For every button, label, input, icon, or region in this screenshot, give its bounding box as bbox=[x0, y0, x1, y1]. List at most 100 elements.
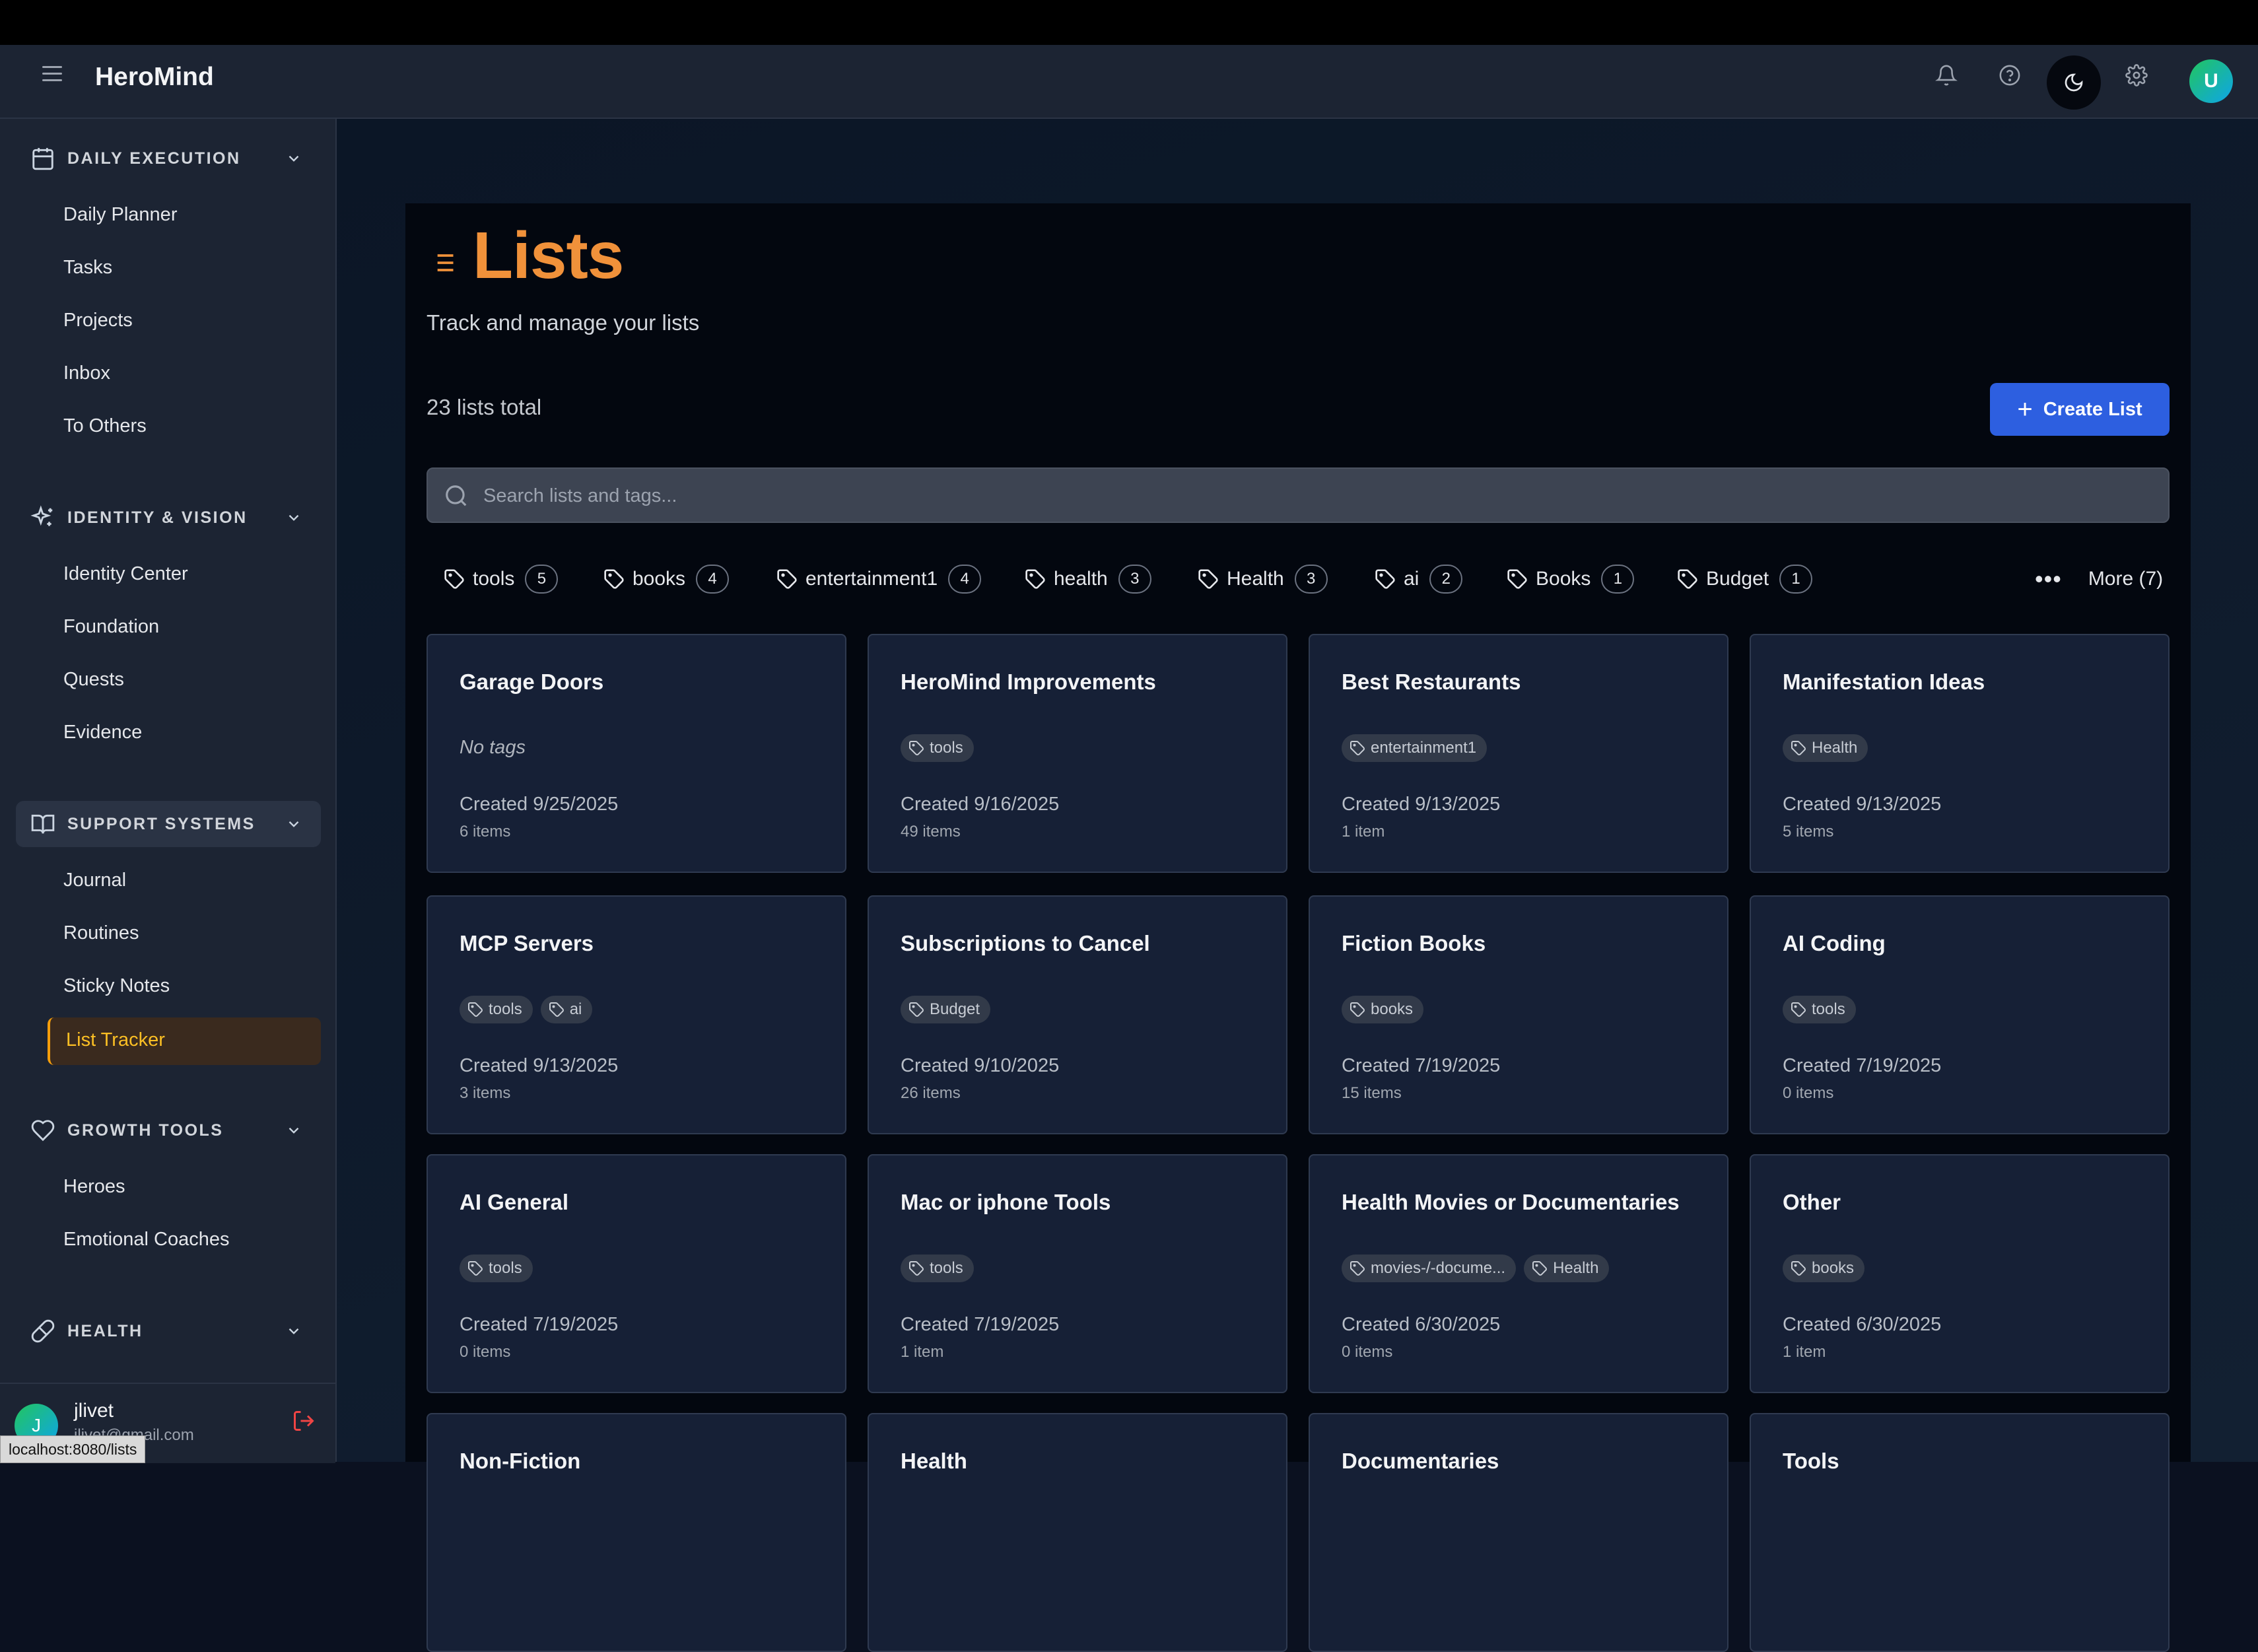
list-card-title: AI Coding bbox=[1783, 931, 1886, 955]
list-card-title: Tools bbox=[1783, 1449, 1839, 1473]
list-card-item-count: 1 item bbox=[1342, 823, 1385, 841]
section-support-systems[interactable]: SUPPORT SYSTEMS bbox=[16, 801, 321, 847]
list-card-created: Created 7/19/2025 bbox=[460, 1314, 619, 1335]
book-open-icon bbox=[30, 811, 57, 837]
sidebar-item-heroes[interactable]: Heroes bbox=[63, 1176, 125, 1198]
list-card[interactable]: AI Coding tools Created 7/19/2025 0 items bbox=[1750, 895, 2170, 1134]
menu-icon[interactable] bbox=[42, 66, 62, 82]
list-card[interactable]: Tools bbox=[1750, 1413, 2170, 1652]
list-card[interactable]: Documentaries bbox=[1309, 1413, 1728, 1652]
section-title: SUPPORT SYSTEMS bbox=[67, 814, 256, 833]
tag-chip[interactable]: tools bbox=[901, 734, 974, 762]
tag-icon bbox=[467, 1260, 489, 1276]
list-card-created: Created 9/10/2025 bbox=[901, 1055, 1060, 1076]
create-list-label: Create List bbox=[2043, 398, 2142, 420]
tag-filter-count: 2 bbox=[1429, 565, 1463, 594]
chevron-down-icon bbox=[289, 1127, 299, 1134]
list-card[interactable]: Subscriptions to Cancel Budget Created 9/1… bbox=[868, 895, 1287, 1134]
section-health[interactable]: HEALTH bbox=[16, 1308, 321, 1354]
sidebar-item-emotional-coaches[interactable]: Emotional Coaches bbox=[63, 1229, 229, 1251]
list-card-tags: Budget bbox=[901, 996, 991, 1023]
tag-filter-chip[interactable]: Books 1 bbox=[1507, 563, 1635, 596]
theme-toggle-button[interactable] bbox=[2047, 55, 2101, 110]
sidebar-item-identity-center[interactable]: Identity Center bbox=[63, 563, 188, 585]
tag-chip[interactable]: ai bbox=[540, 996, 593, 1023]
list-card-title: Manifestation Ideas bbox=[1783, 670, 1985, 694]
tag-chip[interactable]: Budget bbox=[901, 996, 991, 1023]
sidebar-item-foundation[interactable]: Foundation bbox=[63, 616, 159, 638]
list-card[interactable]: Fiction Books books Created 7/19/2025 15 it… bbox=[1309, 895, 1728, 1134]
tag-filter-count: 3 bbox=[1118, 565, 1151, 594]
tag-chip[interactable]: tools bbox=[1783, 996, 1856, 1023]
sidebar-item-evidence[interactable]: Evidence bbox=[63, 722, 142, 743]
help-circle-icon[interactable] bbox=[1995, 61, 2024, 90]
list-card-tags: tools bbox=[901, 1255, 974, 1282]
sidebar-item-sticky-notes[interactable]: Sticky Notes bbox=[63, 975, 170, 997]
tag-icon bbox=[908, 1002, 930, 1017]
tag-chip[interactable]: tools bbox=[460, 996, 533, 1023]
tag-chip[interactable]: tools bbox=[460, 1255, 533, 1282]
tag-chip[interactable]: movies-/-docume... bbox=[1342, 1255, 1517, 1282]
list-card-created: Created 9/25/2025 bbox=[460, 794, 619, 815]
tag-filter-chip[interactable]: ai 2 bbox=[1375, 563, 1463, 596]
list-card[interactable]: Other books Created 6/30/2025 1 item bbox=[1750, 1154, 2170, 1393]
sidebar-item-journal[interactable]: Journal bbox=[63, 870, 126, 891]
tag-filter-chip[interactable]: tools 5 bbox=[444, 563, 559, 596]
sidebar-item-list-tracker[interactable]: List Tracker bbox=[48, 1017, 321, 1065]
sidebar-item-projects[interactable]: Projects bbox=[63, 310, 133, 331]
list-card[interactable]: MCP Servers tools ai Created 9/13/2025 3 ite… bbox=[427, 895, 846, 1134]
tag-filter-count: 1 bbox=[1601, 565, 1635, 594]
tag-filter-chip[interactable]: Budget 1 bbox=[1677, 563, 1813, 596]
tag-filter-chip[interactable]: health 3 bbox=[1025, 563, 1151, 596]
section-daily-execution[interactable]: DAILY EXECUTION bbox=[16, 135, 321, 182]
logout-icon[interactable] bbox=[292, 1409, 316, 1433]
bell-icon[interactable] bbox=[1932, 61, 1961, 90]
tag-chip[interactable]: books bbox=[1783, 1255, 1865, 1282]
list-card[interactable]: Garage Doors No tags Created 9/25/2025 6 it… bbox=[427, 634, 846, 873]
list-card-item-count: 1 item bbox=[901, 1343, 944, 1361]
tag-chip[interactable]: tools bbox=[901, 1255, 974, 1282]
list-card[interactable]: Manifestation Ideas Health Created 9/13/20… bbox=[1750, 634, 2170, 873]
list-card-tags: entertainment1 bbox=[1342, 734, 1488, 762]
tag-filter-count: 4 bbox=[948, 565, 982, 594]
sidebar-item-tasks[interactable]: Tasks bbox=[63, 257, 112, 279]
list-card[interactable]: HeroMind Improvements tools Created 9/16/2… bbox=[868, 634, 1287, 873]
search-input[interactable] bbox=[482, 469, 2135, 523]
list-card-title: Health Movies or Documentaries bbox=[1342, 1190, 1680, 1214]
sidebar-item-inbox[interactable]: Inbox bbox=[63, 362, 110, 384]
sidebar-item-to-others[interactable]: To Others bbox=[63, 415, 147, 437]
list-card[interactable]: Best Restaurants entertainment1 Created 9/… bbox=[1309, 634, 1728, 873]
tag-filter-chip[interactable]: books 4 bbox=[603, 563, 730, 596]
tag-chip-label: Budget bbox=[930, 1000, 980, 1018]
tag-icon bbox=[467, 1002, 489, 1017]
create-list-button[interactable]: + Create List bbox=[1990, 383, 2170, 436]
section-title: IDENTITY & VISION bbox=[67, 508, 248, 527]
sidebar-item-routines[interactable]: Routines bbox=[63, 922, 139, 944]
list-card[interactable]: Health Movies or Documentaries movies-/-d… bbox=[1309, 1154, 1728, 1393]
list-card-item-count: 6 items bbox=[460, 823, 511, 841]
list-card-created: Created 9/13/2025 bbox=[460, 1055, 619, 1076]
tag-chip[interactable]: Health bbox=[1783, 734, 1868, 762]
list-card[interactable]: Mac or iphone Tools tools Created 7/19/202… bbox=[868, 1154, 1287, 1393]
app-name[interactable]: HeroMind bbox=[95, 63, 214, 92]
tag-chip[interactable]: Health bbox=[1524, 1255, 1610, 1282]
list-card-created: Created 9/13/2025 bbox=[1783, 794, 1942, 815]
list-card[interactable]: Non-Fiction bbox=[427, 1413, 846, 1652]
no-tags-label: No tags bbox=[460, 737, 526, 758]
tag-chip[interactable]: books bbox=[1342, 996, 1424, 1023]
tag-filter-name: Budget bbox=[1706, 568, 1769, 590]
sidebar-item-quests[interactable]: Quests bbox=[63, 669, 124, 691]
list-card[interactable]: Health bbox=[868, 1413, 1287, 1652]
tag-icon bbox=[1375, 568, 1404, 590]
tag-icon bbox=[1198, 568, 1227, 590]
user-avatar[interactable]: U bbox=[2189, 59, 2233, 103]
section-identity-vision[interactable]: IDENTITY & VISION bbox=[16, 495, 321, 541]
tag-chip[interactable]: entertainment1 bbox=[1342, 734, 1488, 762]
gear-icon[interactable] bbox=[2122, 61, 2151, 90]
list-card[interactable]: AI General tools Created 7/19/2025 0 items bbox=[427, 1154, 846, 1393]
section-growth-tools[interactable]: GROWTH TOOLS bbox=[16, 1107, 321, 1153]
tag-filter-chip[interactable]: entertainment1 4 bbox=[776, 563, 982, 596]
sidebar-item-daily-planner[interactable]: Daily Planner bbox=[63, 204, 177, 226]
tag-filter-chip[interactable]: Health 3 bbox=[1198, 563, 1328, 596]
more-tags-button[interactable]: ••• More (7) bbox=[2035, 563, 2163, 596]
